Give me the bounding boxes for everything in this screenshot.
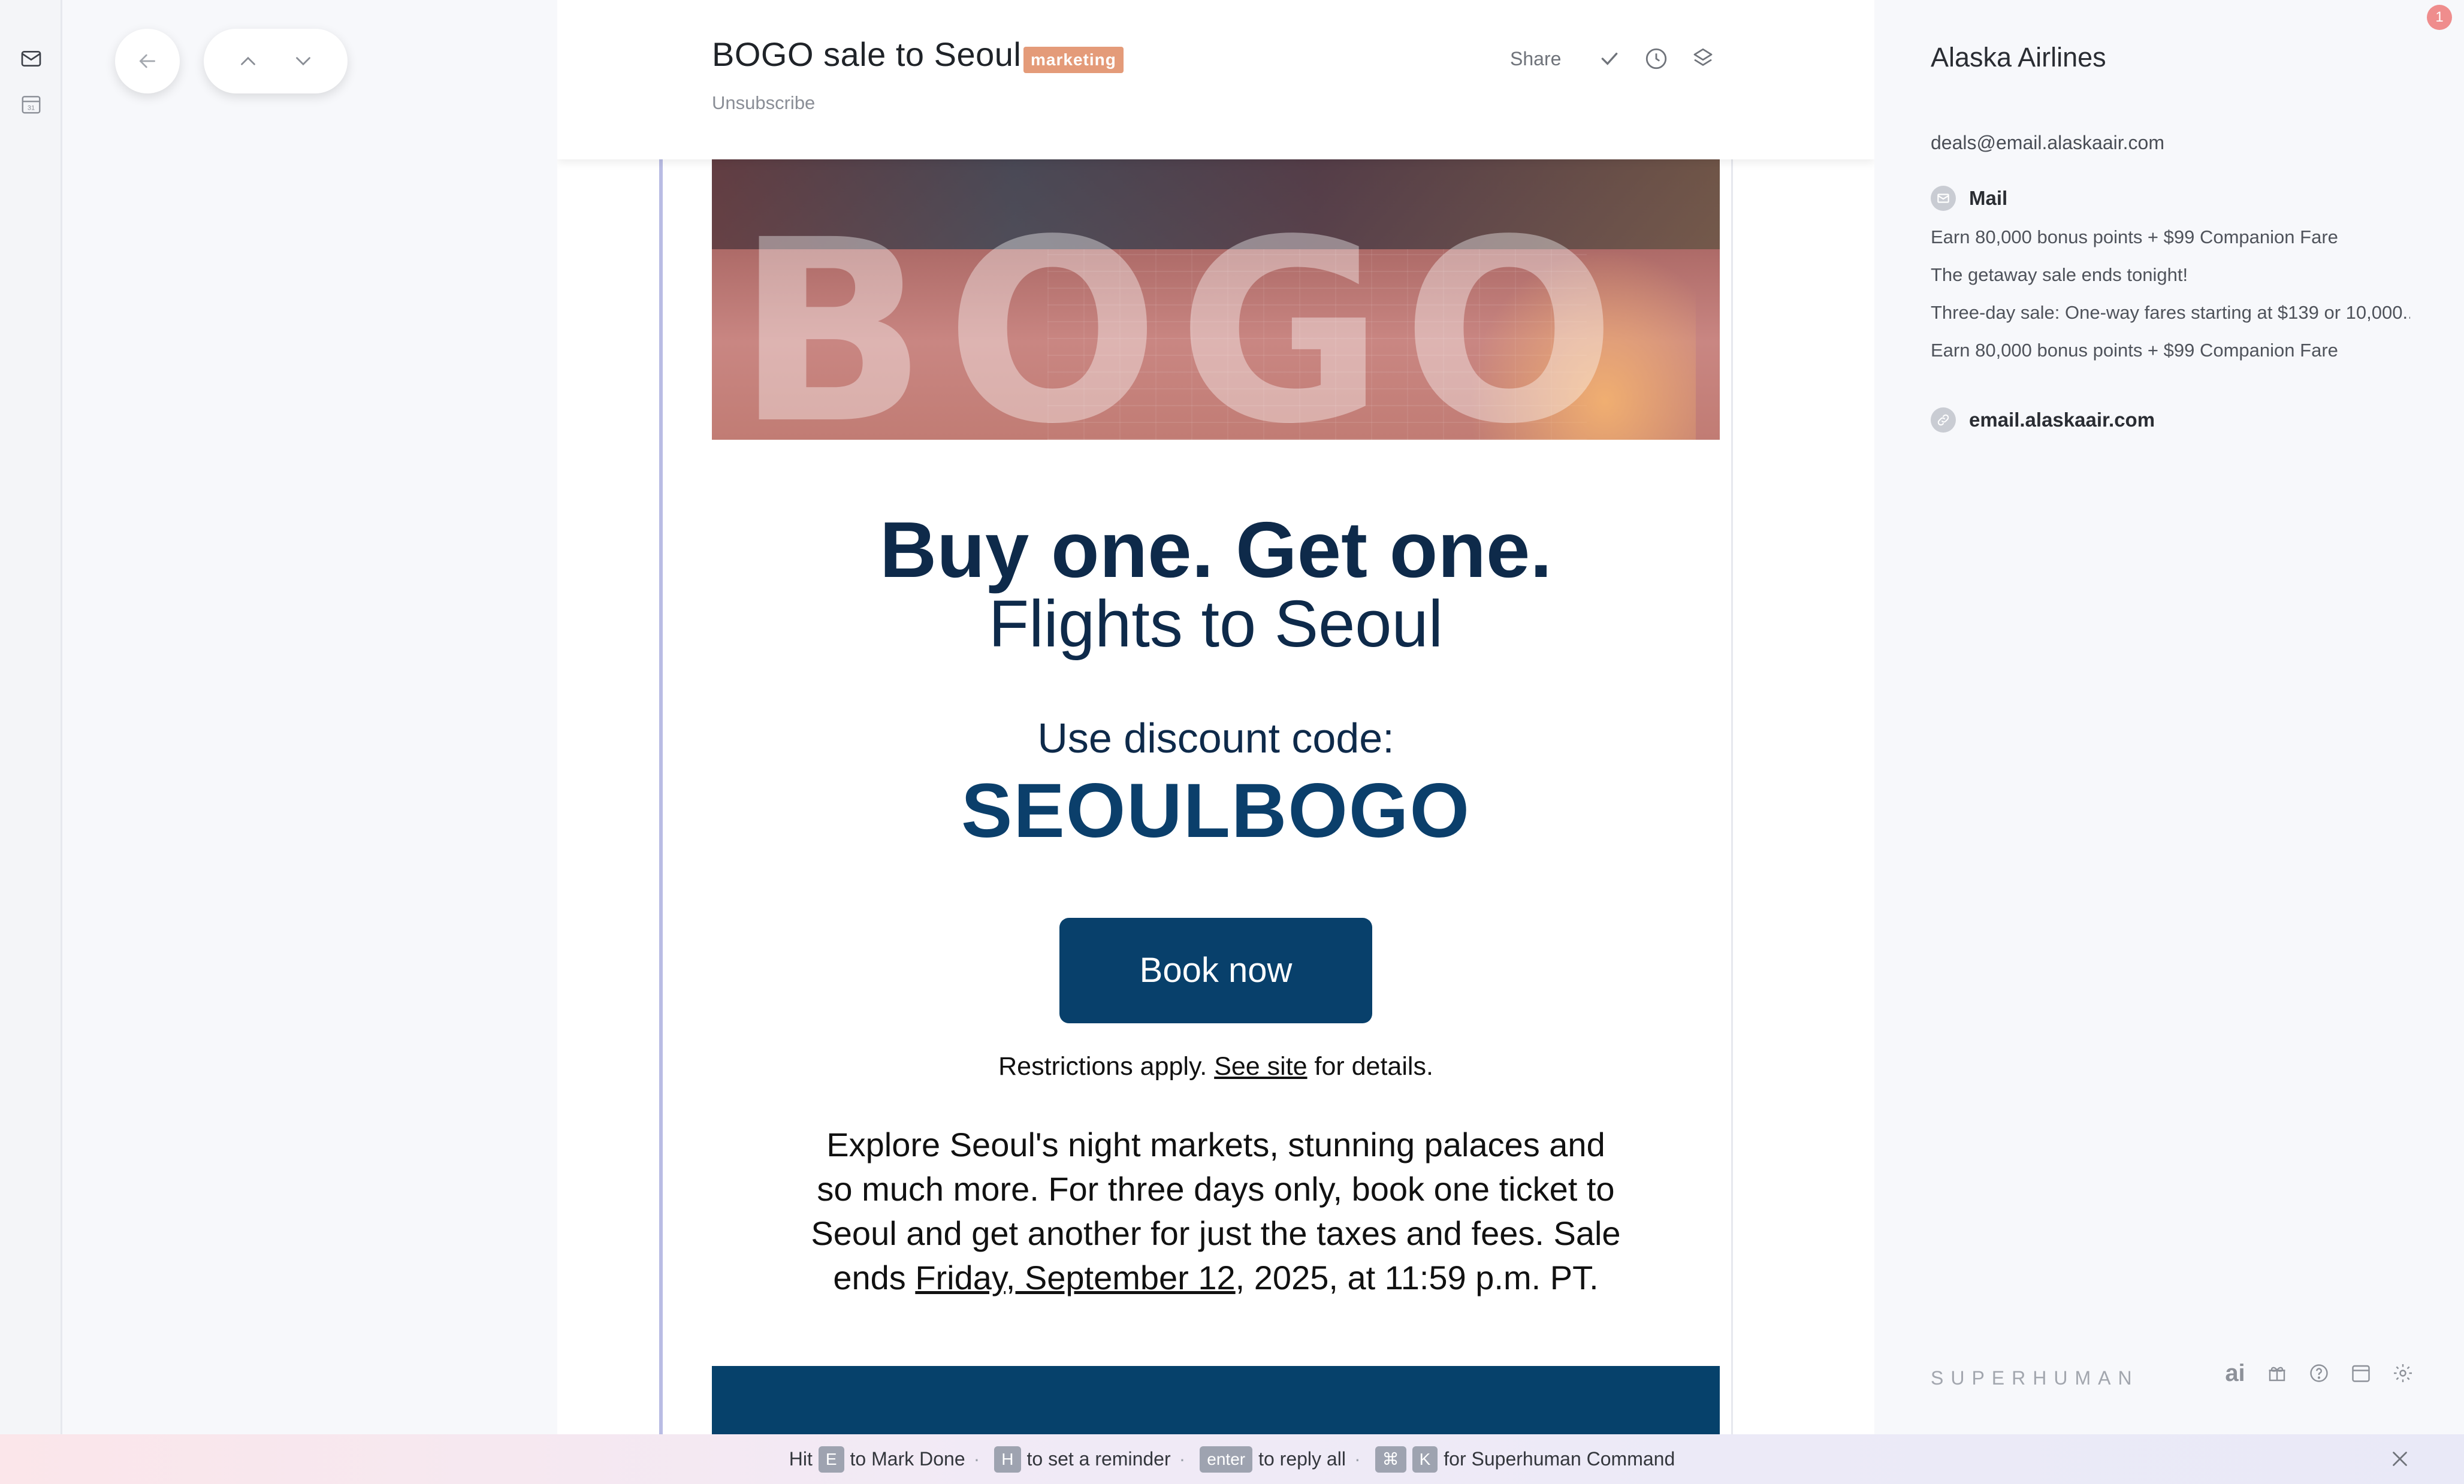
hint-mark-done: to Mark Done <box>850 1448 965 1470</box>
restrictions-text: Restrictions apply. See site for details… <box>712 1052 1720 1081</box>
left-rail: 31 <box>0 0 62 1434</box>
hero-image: BOGO <box>712 159 1720 440</box>
unsubscribe-link[interactable]: Unsubscribe <box>712 92 815 114</box>
clock-icon[interactable] <box>1639 42 1673 75</box>
separator-dot: · <box>1354 1448 1361 1470</box>
body-text-end: , 2025, at 11:59 p.m. PT. <box>1235 1259 1599 1296</box>
message-subject: BOGO sale to Seoul <box>712 35 1022 73</box>
mail-history-item[interactable]: Earn 80,000 bonus points + $99 Companion… <box>1931 340 2410 361</box>
mail-history-item[interactable]: Three-day sale: One-way fares starting a… <box>1931 302 2410 324</box>
svg-text:31: 31 <box>28 105 35 112</box>
restrictions-pre: Restrictions apply. <box>998 1052 1207 1081</box>
check-icon[interactable] <box>1593 42 1626 75</box>
domain-row[interactable]: email.alaskaair.com <box>1931 407 2155 433</box>
mail-section-header: Mail <box>1931 186 2007 211</box>
calendar-icon[interactable]: 31 <box>16 89 47 120</box>
reading-pane: BOGO sale to Seoul marketing Unsubscribe… <box>557 0 1874 1434</box>
hint-reminder: to set a reminder <box>1026 1448 1171 1470</box>
separator-dot: · <box>973 1448 980 1470</box>
email-headline: Buy one. Get one. <box>879 506 1553 594</box>
restrictions-post: for details. <box>1314 1052 1433 1081</box>
label-badge[interactable]: marketing <box>1023 47 1124 73</box>
sale-end-date-link[interactable]: Friday, September 12 <box>915 1259 1235 1296</box>
hint-hit: Hit <box>789 1448 813 1470</box>
email-footer-band <box>712 1366 1720 1434</box>
mail-section-title: Mail <box>1969 187 2008 209</box>
mail-history-item[interactable]: Earn 80,000 bonus points + $99 Companion… <box>1931 226 2410 248</box>
sender-domain: email.alaskaair.com <box>1969 409 2155 431</box>
discount-code: SEOULBOGO <box>961 768 1471 854</box>
message-navigation <box>204 29 348 93</box>
calendar-icon[interactable] <box>2349 1361 2373 1385</box>
hint-command: for Superhuman Command <box>1444 1448 1675 1470</box>
hint-reply-all: to reply all <box>1258 1448 1346 1470</box>
close-icon[interactable] <box>2385 1444 2415 1474</box>
ai-icon[interactable]: ai <box>2223 1360 2247 1386</box>
email-subheadline: Flights to Seoul <box>988 587 1444 661</box>
archive-icon[interactable] <box>1686 42 1720 75</box>
footer-icons: ai <box>2223 1360 2415 1386</box>
link-icon <box>1931 407 1956 433</box>
back-button[interactable] <box>115 29 180 93</box>
mail-icon <box>1931 186 1956 211</box>
hero-word: BOGO <box>736 186 1634 440</box>
arrow-left-icon <box>129 43 165 79</box>
separator-dot: · <box>1179 1448 1186 1470</box>
help-icon[interactable] <box>2307 1361 2331 1385</box>
gift-icon[interactable] <box>2265 1361 2289 1385</box>
key-k: K <box>1412 1446 1438 1473</box>
discount-code-label: Use discount code: <box>1037 715 1394 761</box>
key-enter: enter <box>1200 1446 1253 1473</box>
notification-badge[interactable]: 1 <box>2427 5 2452 30</box>
message-header: BOGO sale to Seoul marketing Unsubscribe… <box>557 0 1874 159</box>
see-site-link[interactable]: See site <box>1214 1052 1307 1081</box>
book-now-button[interactable]: Book now <box>1059 918 1372 1023</box>
chevron-up-icon[interactable] <box>230 43 266 79</box>
shortcut-hint-bar: Hit E to Mark Done · H to set a reminder… <box>0 1434 2464 1484</box>
mail-history-item[interactable]: The getaway sale ends tonight! <box>1931 264 2410 286</box>
mail-icon[interactable] <box>16 43 47 74</box>
key-e: E <box>818 1446 844 1473</box>
email-body-text: Explore Seoul's night markets, stunning … <box>808 1123 1624 1300</box>
share-button[interactable]: Share <box>1510 48 1561 70</box>
chevron-down-icon[interactable] <box>285 43 321 79</box>
contact-panel: Alaska Airlines deals@email.alaskaair.co… <box>1931 0 2464 1434</box>
key-cmd: ⌘ <box>1375 1446 1406 1473</box>
key-h: H <box>994 1446 1021 1473</box>
contact-name: Alaska Airlines <box>1931 42 2106 72</box>
gear-icon[interactable] <box>2391 1361 2415 1385</box>
superhuman-logo: SUPERHUMAN <box>1931 1367 2139 1389</box>
contact-email[interactable]: deals@email.alaskaair.com <box>1931 132 2164 154</box>
